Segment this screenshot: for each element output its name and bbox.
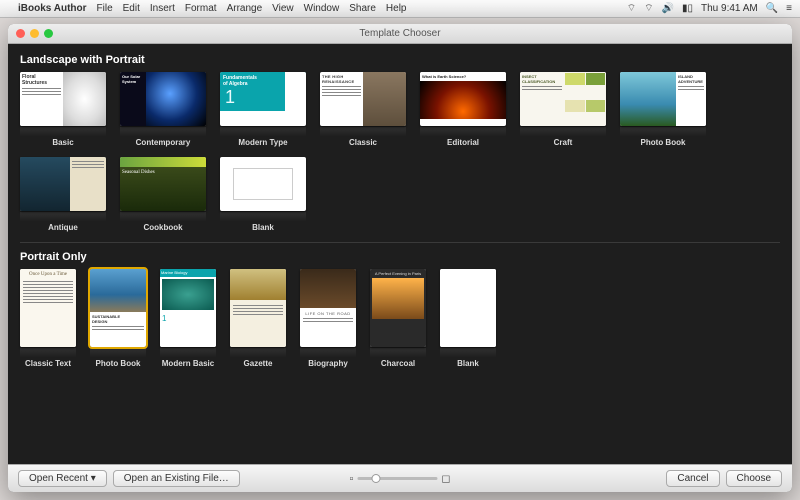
battery-icon[interactable]: ▮▯ (682, 3, 693, 14)
menu-insert[interactable]: Insert (150, 3, 175, 14)
template-label: Modern Basic (162, 359, 214, 368)
notifications-icon[interactable]: ≡ (786, 3, 792, 14)
template-label: Classic (349, 138, 377, 147)
template-thumbnail (220, 157, 306, 211)
menu-file[interactable]: File (97, 3, 113, 14)
template-label: Gazette (244, 359, 273, 368)
template-label: Charcoal (381, 359, 415, 368)
landscape-grid: FloralStructures Basic Our SolarSystem Cont… (20, 72, 780, 232)
template-thumbnail: Marine Biology1 (160, 269, 216, 347)
bottombar: Open Recent ▾ Open an Existing File… ▫ ◻… (8, 464, 792, 492)
template-blank[interactable]: Blank (220, 157, 306, 232)
template-modern-basic[interactable]: Marine Biology1 Modern Basic (160, 269, 216, 368)
template-label: Blank (252, 223, 274, 232)
portrait-grid: Once Upon a Time Classic Text SUSTAINABLED… (20, 269, 780, 368)
open-recent-button[interactable]: Open Recent ▾ (18, 470, 107, 487)
zoom-large-icon: ◻ (441, 472, 450, 485)
zoom-small-icon: ▫ (349, 473, 353, 485)
template-antique[interactable]: Antique (20, 157, 106, 232)
template-label: Basic (52, 138, 73, 147)
template-label: Antique (48, 223, 78, 232)
template-thumbnail (20, 157, 106, 211)
section-divider (20, 242, 780, 243)
menubar: iBooks Author File Edit Insert Format Ar… (0, 0, 800, 18)
menu-format[interactable]: Format (185, 3, 217, 14)
template-label: Editorial (447, 138, 479, 147)
menu-view[interactable]: View (272, 3, 294, 14)
template-label: Photo Book (96, 359, 141, 368)
menu-help[interactable]: Help (386, 3, 407, 14)
spotlight-icon[interactable]: 🔍 (766, 3, 778, 14)
chevron-down-icon: ▾ (91, 473, 96, 484)
template-thumbnail: ISLANDADVENTURE (620, 72, 706, 126)
choose-button[interactable]: Choose (726, 470, 782, 487)
template-label: Blank (457, 359, 479, 368)
thumbnail-zoom: ▫ ◻ (349, 472, 450, 485)
template-photo-book[interactable]: ISLANDADVENTURE Photo Book (620, 72, 706, 147)
template-modern-type[interactable]: Fundamentalsof Algebra1 Modern Type (220, 72, 306, 147)
window-title: Template Chooser (8, 28, 792, 39)
section-portrait-title: Portrait Only (20, 251, 780, 263)
template-charcoal[interactable]: A Perfect Evening in Paris Charcoal (370, 269, 426, 368)
template-gazette[interactable]: Gazette (230, 269, 286, 368)
template-thumbnail: THE HIGHRENAISSANCE (320, 72, 406, 126)
template-thumbnail: Seasonal Dishes (120, 157, 206, 211)
template-classic-text[interactable]: Once Upon a Time Classic Text (20, 269, 76, 368)
template-photo-book[interactable]: SUSTAINABLEDESIGN Photo Book (90, 269, 146, 368)
volume-icon[interactable]: 🔊 (662, 3, 674, 14)
template-label: Biography (308, 359, 348, 368)
template-thumbnail: INSECTCLASSIFICATION (520, 72, 606, 126)
template-thumbnail (440, 269, 496, 347)
template-biography[interactable]: LIFE ON THE ROAD Biography (300, 269, 356, 368)
template-classic[interactable]: THE HIGHRENAISSANCE Classic (320, 72, 406, 147)
template-chooser-window: Template Chooser Landscape with Portrait… (8, 24, 792, 492)
template-thumbnail: What is Earth Science? (420, 72, 506, 126)
template-thumbnail: FloralStructures (20, 72, 106, 126)
menu-edit[interactable]: Edit (123, 3, 140, 14)
open-existing-button[interactable]: Open an Existing File… (113, 470, 240, 487)
template-label: Cookbook (143, 223, 182, 232)
bluetooth-icon[interactable]: ⌔ (627, 2, 636, 15)
template-thumbnail (230, 269, 286, 347)
template-thumbnail: Our SolarSystem (120, 72, 206, 126)
clock[interactable]: Thu 9:41 AM (701, 3, 758, 14)
template-thumbnail: Once Upon a Time (20, 269, 76, 347)
template-blank[interactable]: Blank (440, 269, 496, 368)
app-name[interactable]: iBooks Author (18, 3, 87, 14)
template-contemporary[interactable]: Our SolarSystem Contemporary (120, 72, 206, 147)
template-basic[interactable]: FloralStructures Basic (20, 72, 106, 147)
template-label: Modern Type (238, 138, 287, 147)
menu-arrange[interactable]: Arrange (227, 3, 263, 14)
section-landscape-title: Landscape with Portrait (20, 54, 780, 66)
template-thumbnail: LIFE ON THE ROAD (300, 269, 356, 347)
zoom-slider[interactable] (357, 477, 437, 480)
cancel-button[interactable]: Cancel (666, 470, 719, 487)
template-craft[interactable]: INSECTCLASSIFICATION Craft (520, 72, 606, 147)
template-thumbnail: A Perfect Evening in Paris (370, 269, 426, 347)
titlebar: Template Chooser (8, 24, 792, 44)
template-label: Contemporary (136, 138, 191, 147)
template-editorial[interactable]: What is Earth Science? Editorial (420, 72, 506, 147)
template-label: Craft (554, 138, 573, 147)
template-label: Photo Book (641, 138, 686, 147)
template-thumbnail: Fundamentalsof Algebra1 (220, 72, 306, 126)
template-label: Classic Text (25, 359, 71, 368)
template-cookbook[interactable]: Seasonal Dishes Cookbook (120, 157, 206, 232)
menu-window[interactable]: Window (304, 3, 340, 14)
content-area: Landscape with Portrait FloralStructures… (8, 44, 792, 464)
wifi-icon[interactable]: ⌔ (644, 2, 653, 15)
template-thumbnail: SUSTAINABLEDESIGN (90, 269, 146, 347)
menu-share[interactable]: Share (349, 3, 376, 14)
